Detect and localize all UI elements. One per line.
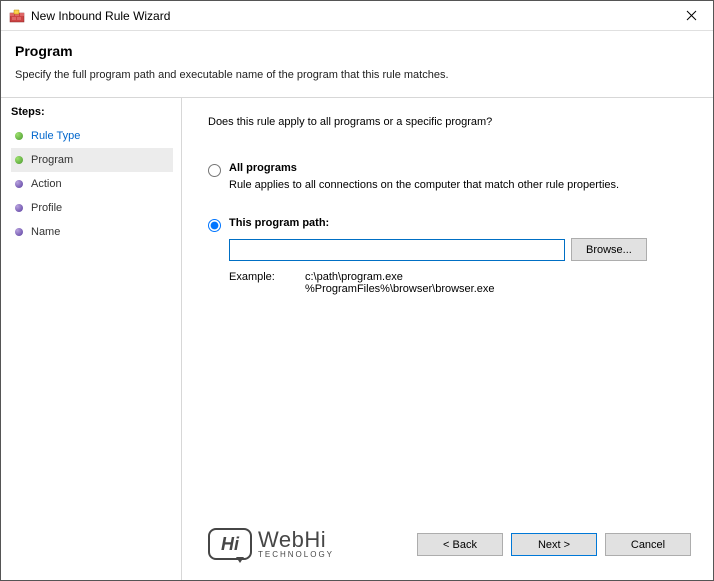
firewall-icon (9, 8, 25, 24)
next-button[interactable]: Next > (511, 533, 597, 556)
step-name[interactable]: Name (11, 220, 173, 244)
body: Steps: Rule Type Program Action Profile … (1, 98, 713, 580)
step-program[interactable]: Program (11, 148, 173, 172)
watermark-badge: Hi (208, 528, 252, 560)
page-description: Specify the full program path and execut… (15, 69, 699, 81)
step-profile[interactable]: Profile (11, 196, 173, 220)
close-icon (686, 10, 697, 21)
step-bullet-icon (15, 204, 23, 212)
example-paths: c:\path\program.exe %ProgramFiles%\brows… (305, 271, 495, 295)
radio-all-programs[interactable] (208, 164, 221, 177)
step-action[interactable]: Action (11, 172, 173, 196)
step-label: Action (31, 178, 62, 190)
step-label: Program (31, 154, 73, 166)
example-row: Example: c:\path\program.exe %ProgramFil… (229, 271, 693, 295)
option-program-path-label: This program path: (229, 217, 329, 229)
watermark-main: WebHi (258, 529, 334, 551)
cancel-button[interactable]: Cancel (605, 533, 691, 556)
example-label: Example: (229, 271, 305, 295)
content-pane: Does this rule apply to all programs or … (182, 98, 713, 580)
watermark-sub: TECHNOLOGY (258, 551, 334, 559)
step-rule-type[interactable]: Rule Type (11, 124, 173, 148)
option-all-programs[interactable]: All programs (208, 162, 693, 177)
steps-sidebar: Steps: Rule Type Program Action Profile … (1, 98, 181, 580)
browse-button[interactable]: Browse... (571, 238, 647, 261)
option-all-programs-desc: Rule applies to all connections on the c… (229, 179, 693, 191)
page-header: Program Specify the full program path an… (1, 31, 713, 98)
step-label: Name (31, 226, 60, 238)
radio-program-path[interactable] (208, 219, 221, 232)
program-path-row: Browse... (229, 238, 693, 261)
page-heading: Program (15, 43, 699, 59)
step-bullet-icon (15, 180, 23, 188)
option-program-path[interactable]: This program path: (208, 217, 693, 232)
step-label: Profile (31, 202, 62, 214)
scope-question: Does this rule apply to all programs or … (208, 116, 693, 128)
footer-buttons: < Back Next > Cancel (417, 533, 691, 556)
wizard-dialog: New Inbound Rule Wizard Program Specify … (0, 0, 714, 581)
window-title: New Inbound Rule Wizard (31, 9, 669, 23)
titlebar: New Inbound Rule Wizard (1, 1, 713, 31)
watermark: Hi WebHi TECHNOLOGY (208, 528, 334, 560)
step-bullet-icon (15, 132, 23, 140)
steps-label: Steps: (11, 106, 173, 118)
step-bullet-icon (15, 156, 23, 164)
program-path-input[interactable] (229, 239, 565, 261)
step-bullet-icon (15, 228, 23, 236)
back-button[interactable]: < Back (417, 533, 503, 556)
option-all-programs-label: All programs (229, 162, 297, 174)
watermark-badge-text: Hi (221, 534, 239, 555)
close-button[interactable] (669, 1, 713, 30)
step-label: Rule Type (31, 130, 80, 142)
